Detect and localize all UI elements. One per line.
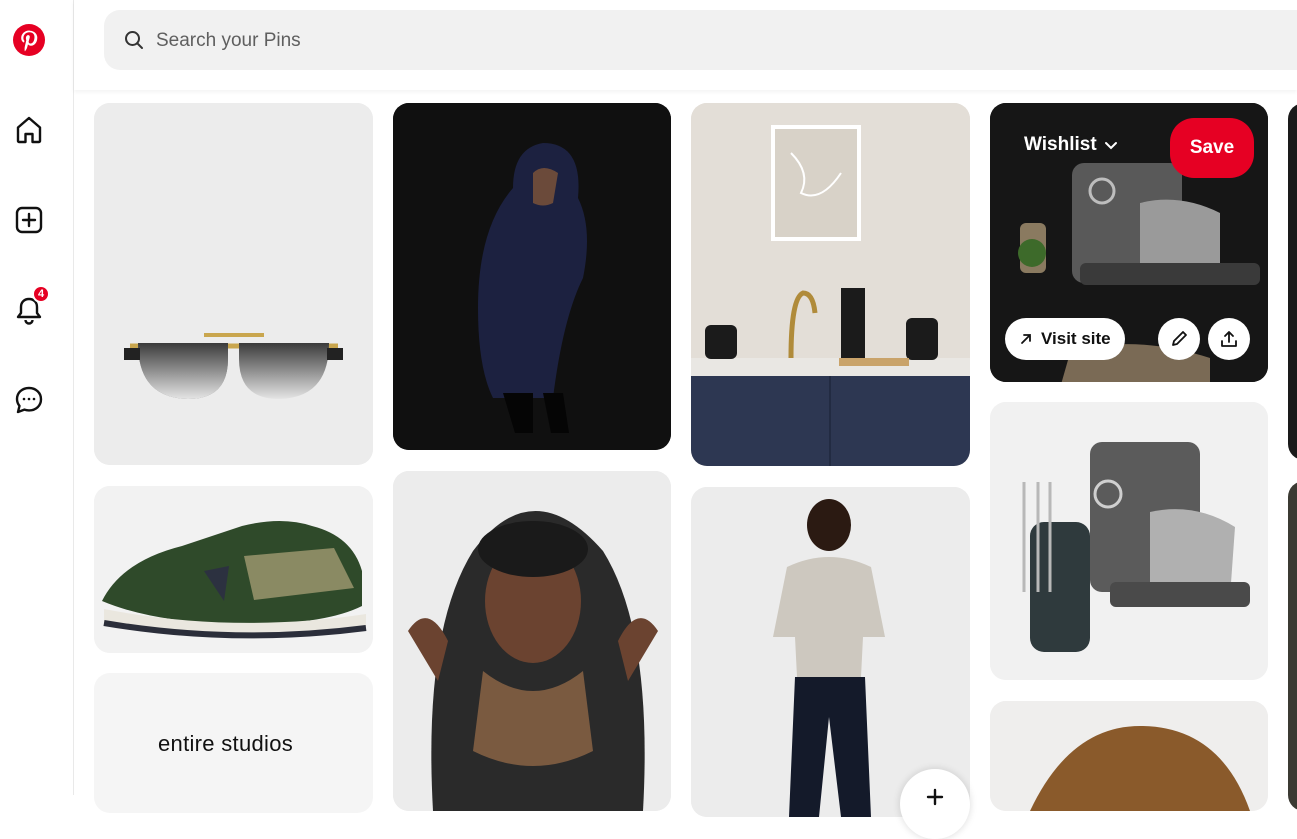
create-icon[interactable] (8, 199, 50, 241)
plus-icon (926, 788, 944, 806)
visit-site-button[interactable]: Visit site (1005, 318, 1125, 360)
pin-sunglasses[interactable] (94, 103, 373, 465)
add-fab-button[interactable] (900, 769, 970, 839)
pin-hood-portrait[interactable] (393, 471, 671, 811)
sunglasses-image (94, 103, 373, 465)
hood-portrait-image (393, 471, 671, 811)
chevron-down-icon (1104, 142, 1117, 150)
mixer-blender-image (990, 402, 1268, 680)
sneaker-image (94, 486, 373, 653)
hooded-coat-image (393, 103, 671, 450)
notification-count-badge: 4 (32, 285, 50, 303)
pin-hooded-coat[interactable] (393, 103, 671, 450)
board-name: Wishlist (1024, 134, 1097, 155)
pin-sweater[interactable] (691, 487, 970, 817)
pin-partial-dark[interactable] (1288, 103, 1297, 460)
pin-partial-outdoor[interactable] (1288, 481, 1297, 811)
messages-icon[interactable] (8, 379, 50, 421)
pencil-icon (1172, 331, 1187, 346)
edit-button[interactable] (1158, 318, 1200, 360)
visit-site-label: Visit site (1041, 329, 1111, 348)
search-icon (125, 31, 143, 49)
pin-stand-mixer-hovered[interactable]: Wishlist Save Visit site (990, 103, 1268, 382)
board-selector[interactable]: Wishlist (1024, 134, 1119, 156)
search-input[interactable] (154, 10, 1158, 72)
home-icon[interactable] (8, 109, 50, 151)
pin-entire-studios[interactable]: entire studios (94, 673, 373, 813)
arrow-up-right-icon (1021, 334, 1031, 344)
pin-sneaker[interactable] (94, 486, 373, 653)
brand-text: entire studios (158, 731, 294, 756)
share-icon (1221, 331, 1237, 347)
top-bar (74, 0, 1297, 90)
sidebar: 4 (0, 0, 74, 795)
search-bar[interactable] (104, 10, 1297, 72)
pinterest-logo-icon[interactable] (8, 19, 50, 61)
share-button[interactable] (1208, 318, 1250, 360)
pin-kitchen[interactable] (691, 103, 970, 466)
sweater-image (691, 487, 970, 817)
notifications-icon[interactable]: 4 (8, 285, 50, 331)
pin-mixer-blender[interactable] (990, 402, 1268, 680)
kitchen-image (691, 103, 970, 466)
save-button[interactable]: Save (1170, 118, 1254, 178)
pin-hover-overlay: Wishlist Save (990, 103, 1268, 193)
